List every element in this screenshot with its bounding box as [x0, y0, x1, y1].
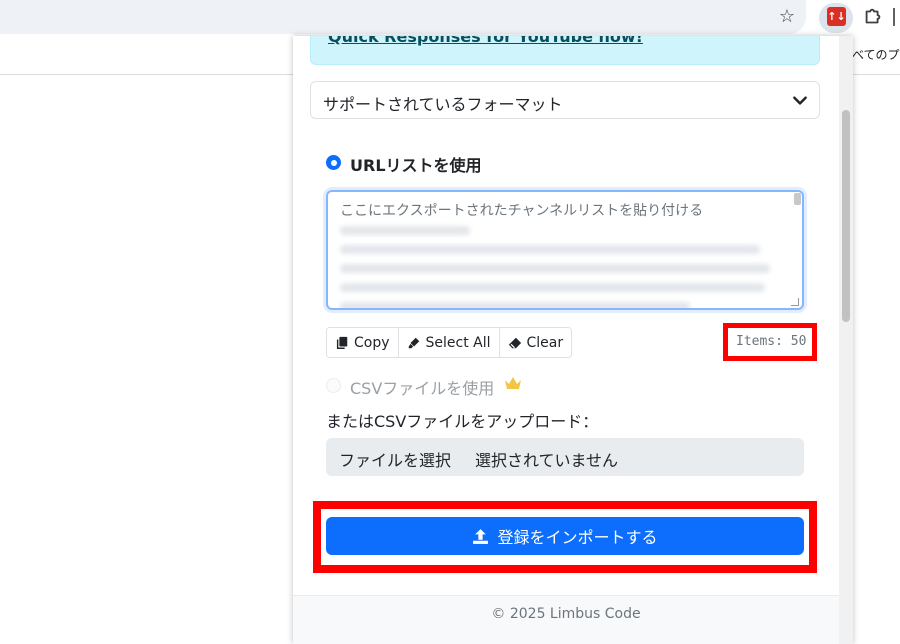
- csv-radio[interactable]: [326, 378, 341, 393]
- items-count: Items: 50: [736, 334, 807, 349]
- crown-icon: [505, 377, 521, 389]
- chevron-down-icon: [793, 96, 807, 105]
- textarea-actions: Copy Select All Clear: [326, 327, 573, 358]
- address-bar[interactable]: [0, 0, 806, 34]
- clear-button[interactable]: Clear: [499, 328, 572, 357]
- blurred-url-line: [340, 226, 470, 235]
- url-list-radio[interactable]: [326, 155, 341, 170]
- clear-button-label: Clear: [526, 334, 564, 351]
- file-status: 選択されていません: [475, 451, 619, 470]
- promo-link[interactable]: Quick Responses for YouTube now!: [328, 36, 643, 46]
- textarea-scrollbar[interactable]: [794, 193, 801, 205]
- page-divider-right: [852, 74, 900, 75]
- bookmark-star-icon[interactable]: ☆: [776, 6, 798, 28]
- copy-icon: [336, 336, 348, 349]
- csv-upload-label: またはCSVファイルをアップロード：: [326, 412, 599, 431]
- csv-file-input[interactable]: ファイルを選択 選択されていません: [326, 438, 804, 476]
- page-text-fragment: べてのプ: [852, 48, 900, 62]
- upload-icon: [473, 528, 489, 544]
- blurred-url-line: [340, 264, 770, 273]
- accordion-label: サポートされているフォーマット: [323, 95, 563, 114]
- extension-logo-icon[interactable]: ↑↓: [827, 7, 846, 26]
- promo-banner: Quick Responses for YouTube now!: [310, 36, 820, 65]
- popup-scrollbar-thumb[interactable]: [842, 110, 850, 322]
- supported-formats-accordion[interactable]: サポートされているフォーマット: [310, 81, 820, 119]
- channel-list-textarea[interactable]: ここにエクスポートされたチャンネルリストを貼り付ける: [326, 190, 804, 310]
- footer-copyright: © 2025 Limbus Code: [491, 606, 641, 622]
- select-all-button-label: Select All: [425, 334, 491, 351]
- blurred-url-line: [340, 302, 690, 308]
- page-divider: [0, 74, 296, 75]
- side-panel-icon[interactable]: [893, 8, 900, 26]
- import-button-label: 登録をインポートする: [497, 528, 658, 547]
- browser-toolbar: ☆ ↑↓: [0, 0, 900, 36]
- copy-button[interactable]: Copy: [327, 328, 399, 357]
- eraser-icon: [508, 337, 521, 348]
- textarea-placeholder: ここにエクスポートされたチャンネルリストを貼り付ける: [340, 203, 704, 219]
- url-list-radio-label[interactable]: URLリストを使用: [350, 152, 482, 176]
- choose-file-button[interactable]: ファイルを選択: [339, 447, 451, 471]
- copy-button-label: Copy: [354, 334, 390, 351]
- import-subscriptions-button[interactable]: 登録をインポートする: [326, 517, 804, 555]
- csv-radio-label[interactable]: CSVファイルを使用: [350, 375, 494, 399]
- popup-scrollbar[interactable]: [839, 36, 853, 644]
- import-card: URLリストを使用 ここにエクスポートされたチャンネルリストを貼り付ける Cop…: [310, 138, 820, 598]
- resize-handle-icon[interactable]: [791, 298, 799, 306]
- highlighter-icon: [408, 337, 419, 348]
- blurred-url-line: [340, 283, 765, 292]
- blurred-url-line: [340, 245, 760, 254]
- extensions-puzzle-icon[interactable]: [862, 6, 884, 28]
- extension-popup: Quick Responses for YouTube now! サポートされて…: [293, 36, 853, 644]
- popup-footer: © 2025 Limbus Code: [293, 595, 839, 644]
- select-all-button[interactable]: Select All: [398, 328, 500, 357]
